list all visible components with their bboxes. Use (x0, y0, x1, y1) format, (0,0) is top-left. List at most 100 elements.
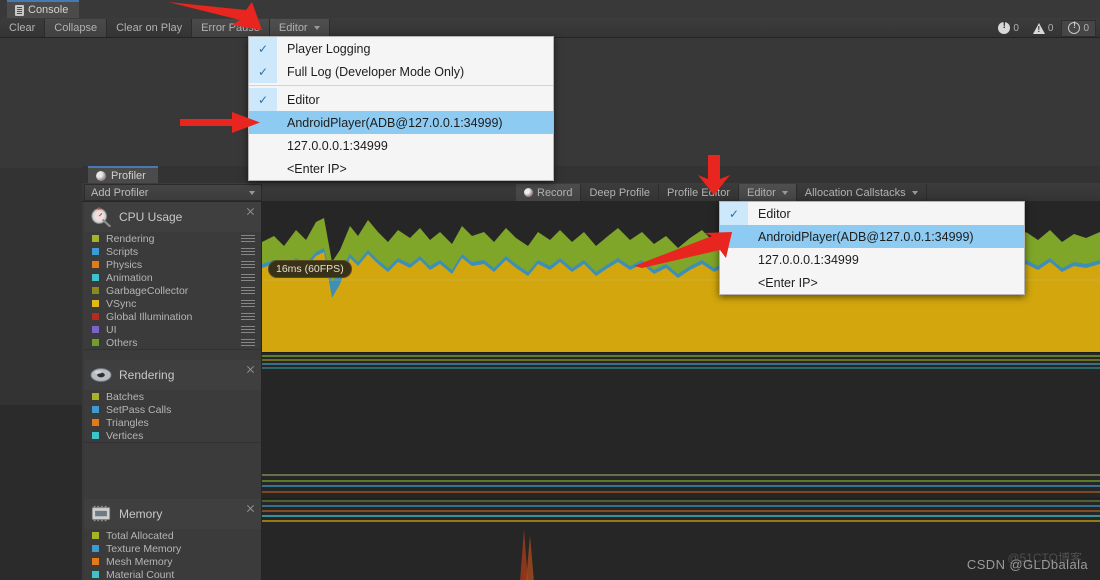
module-rows: Rendering Scripts Physics Animation Garb… (84, 232, 261, 349)
console-icon (15, 4, 24, 16)
menu-item-androidplayer[interactable]: AndroidPlayer(ADB@127.0.0.1:34999) (720, 225, 1024, 248)
unity-editor-screen: Console Clear Collapse Clear on Play Err… (0, 0, 1100, 580)
clear-button[interactable]: Clear (0, 18, 46, 37)
collapse-button[interactable]: Collapse (45, 18, 108, 37)
color-swatch (92, 248, 99, 255)
list-item[interactable]: Scripts (84, 245, 261, 258)
color-swatch (92, 235, 99, 242)
warning-icon (1032, 22, 1045, 34)
profiler-tab-label: Profiler (111, 169, 146, 182)
profiler-connection-menu[interactable]: ✓ Editor AndroidPlayer(ADB@127.0.0.1:349… (719, 201, 1025, 295)
row-label: UI (106, 323, 117, 336)
list-item[interactable]: Others (84, 336, 261, 349)
list-item[interactable]: VSync (84, 297, 261, 310)
deep-profile-button[interactable]: Deep Profile (581, 184, 660, 201)
color-swatch (92, 532, 99, 539)
row-label: Physics (106, 258, 143, 271)
list-item[interactable]: Triangles (84, 416, 261, 429)
menu-item-androidplayer[interactable]: AndroidPlayer(ADB@127.0.0.1:34999) (249, 111, 553, 134)
module-header[interactable]: CPU Usage (84, 202, 261, 232)
color-swatch (92, 406, 99, 413)
drag-handle-icon[interactable] (241, 313, 255, 320)
list-item[interactable]: Texture Memory (84, 542, 261, 555)
list-item[interactable]: Vertices (84, 429, 261, 442)
list-item[interactable]: Mesh Memory (84, 555, 261, 568)
row-label: SetPass Calls (106, 403, 172, 416)
module-rows: Total Allocated Texture Memory Mesh Memo… (84, 529, 261, 580)
menu-item-player-logging[interactable]: ✓ Player Logging (249, 37, 553, 60)
list-item[interactable]: Total Allocated (84, 529, 261, 542)
status-badge-errors[interactable]: 0 (992, 20, 1025, 37)
menu-item-ip-address[interactable]: 127.0.0.0.1:34999 (720, 248, 1024, 271)
rendering-graph[interactable] (262, 353, 1100, 498)
list-item[interactable]: Material Count (84, 568, 261, 580)
close-icon[interactable] (246, 365, 255, 374)
module-title: Memory (119, 507, 163, 521)
row-label: Material Count (106, 568, 175, 580)
row-label: Texture Memory (106, 542, 182, 555)
drag-handle-icon[interactable] (241, 235, 255, 242)
status-badge-warnings[interactable]: 0 (1027, 20, 1060, 37)
console-tab-bar (0, 0, 1100, 18)
menu-item-label: 127.0.0.0.1:34999 (287, 138, 388, 153)
drag-handle-icon[interactable] (241, 339, 255, 346)
menu-item-editor[interactable]: ✓ Editor (720, 202, 1024, 225)
add-profiler-dropdown[interactable]: Add Profiler (84, 184, 262, 201)
close-icon[interactable] (246, 504, 255, 513)
profiler-module-memory: Memory Total Allocated Texture Memory Me… (84, 499, 261, 580)
check-icon: ✓ (249, 88, 277, 111)
menu-item-label: Editor (287, 92, 320, 107)
drag-handle-icon[interactable] (241, 248, 255, 255)
profiler-connection-label: Editor (747, 186, 776, 199)
torus-icon (90, 368, 112, 382)
chevron-down-icon (313, 25, 320, 30)
error-count: 0 (1013, 22, 1019, 34)
list-item[interactable]: Animation (84, 271, 261, 284)
list-item[interactable]: SetPass Calls (84, 403, 261, 416)
menu-item-label: AndroidPlayer(ADB@127.0.0.1:34999) (758, 229, 974, 244)
row-label: GarbageCollector (106, 284, 189, 297)
tab-profiler[interactable]: Profiler (88, 166, 158, 183)
module-header[interactable]: Rendering (84, 360, 261, 390)
status-badge-info[interactable]: 0 (1061, 19, 1096, 37)
console-log-counters: 0 0 0 (992, 19, 1096, 37)
menu-item-editor[interactable]: ✓ Editor (249, 88, 553, 111)
left-empty-panel-lower (0, 405, 82, 580)
drag-handle-icon[interactable] (241, 274, 255, 281)
menu-item-ip-address[interactable]: 127.0.0.0.1:34999 (249, 134, 553, 157)
profiler-module-cpu-usage: CPU Usage Rendering Scripts Physics Anim… (84, 202, 261, 350)
row-label: Mesh Memory (106, 555, 173, 568)
list-item[interactable]: Rendering (84, 232, 261, 245)
drag-handle-icon[interactable] (241, 261, 255, 268)
color-swatch (92, 274, 99, 281)
profiler-connection-dropdown[interactable]: Editor (739, 184, 797, 201)
color-swatch (92, 287, 99, 294)
list-item[interactable]: GarbageCollector (84, 284, 261, 297)
menu-item-full-log[interactable]: ✓ Full Log (Developer Mode Only) (249, 60, 553, 83)
record-label: Record (537, 186, 573, 199)
color-swatch (92, 571, 99, 578)
console-connection-menu[interactable]: ✓ Player Logging ✓ Full Log (Developer M… (248, 36, 554, 181)
allocation-callstacks-dropdown[interactable]: Allocation Callstacks (797, 184, 927, 201)
color-swatch (92, 313, 99, 320)
profiler-module-rendering: Rendering Batches SetPass Calls Triangle… (84, 360, 261, 443)
drag-handle-icon[interactable] (241, 326, 255, 333)
drag-handle-icon[interactable] (241, 300, 255, 307)
row-label: Rendering (106, 232, 155, 245)
list-item[interactable]: UI (84, 323, 261, 336)
row-label: Animation (106, 271, 153, 284)
close-icon[interactable] (246, 207, 255, 216)
tab-console[interactable]: Console (7, 0, 80, 18)
row-label: Batches (106, 390, 144, 403)
list-item[interactable]: Physics (84, 258, 261, 271)
list-item[interactable]: Batches (84, 390, 261, 403)
module-header[interactable]: Memory (84, 499, 261, 529)
color-swatch (92, 326, 99, 333)
list-item[interactable]: Global Illumination (84, 310, 261, 323)
record-button[interactable]: Record (516, 184, 582, 201)
menu-item-enter-ip[interactable]: <Enter IP> (720, 271, 1024, 294)
console-connection-dropdown[interactable]: Editor (269, 18, 330, 37)
rendering-chart-svg (262, 353, 1100, 498)
menu-item-enter-ip[interactable]: <Enter IP> (249, 157, 553, 180)
drag-handle-icon[interactable] (241, 287, 255, 294)
